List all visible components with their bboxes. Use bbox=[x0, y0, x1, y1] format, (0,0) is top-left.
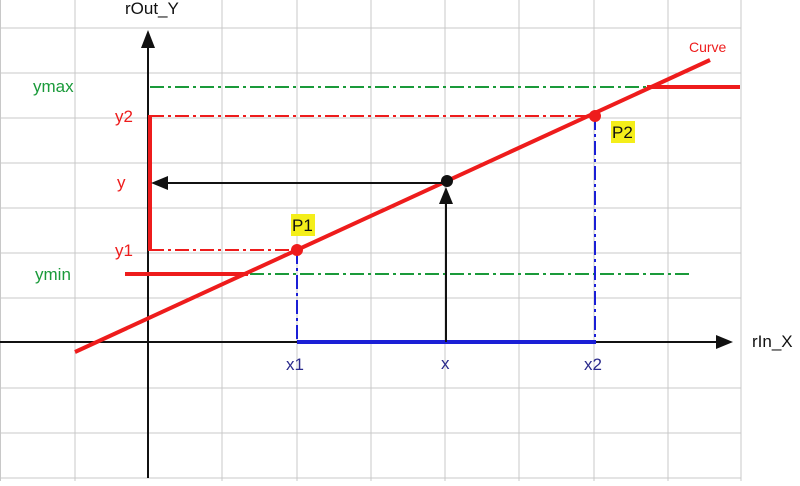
y-axis-title: rOut_Y bbox=[125, 0, 179, 18]
y-label: y bbox=[117, 173, 126, 192]
ymax-label: ymax bbox=[33, 77, 74, 96]
p2-label: P2 bbox=[612, 123, 633, 142]
x-label: x bbox=[441, 354, 450, 373]
x-axis-arrow-icon bbox=[716, 335, 733, 349]
grid bbox=[0, 0, 742, 481]
y1-label: y1 bbox=[115, 241, 133, 260]
p2-point bbox=[589, 110, 601, 122]
up-arrow-icon bbox=[439, 187, 453, 204]
y2-label: y2 bbox=[115, 107, 133, 126]
axes bbox=[0, 30, 733, 478]
lookup-point bbox=[441, 175, 453, 187]
ymin-label: ymin bbox=[35, 265, 71, 284]
x-axis-title: rIn_X bbox=[752, 332, 793, 351]
x1-label: x1 bbox=[286, 355, 304, 374]
linear-scaling-diagram: P1 P2 rOut_Y rIn_X Curve ymax y2 y y1 ym… bbox=[0, 0, 793, 481]
x2-label: x2 bbox=[584, 355, 602, 374]
left-arrow-icon bbox=[151, 176, 168, 190]
y-axis-arrow-icon bbox=[141, 30, 155, 48]
curve-label: Curve bbox=[689, 39, 727, 55]
curve-line bbox=[74, 58, 711, 354]
diagram: P1 P2 rOut_Y rIn_X Curve ymax y2 y y1 ym… bbox=[0, 0, 800, 481]
p1-point bbox=[291, 244, 303, 256]
p1-label: P1 bbox=[292, 216, 313, 235]
